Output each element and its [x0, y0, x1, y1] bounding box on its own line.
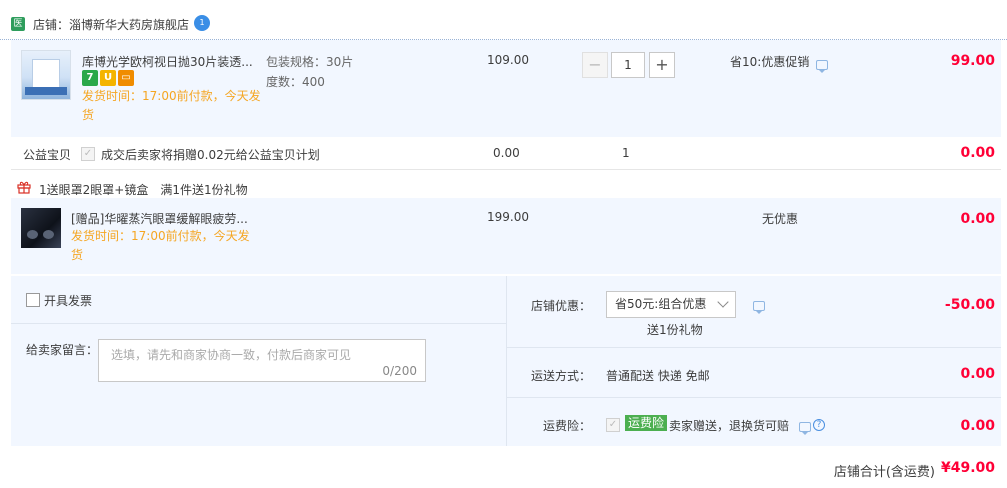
gift-delivery-time: 发货时间：17:00前付款，今天发	[71, 229, 250, 243]
product-thumbnail[interactable]	[21, 50, 71, 100]
chat-icon[interactable]	[799, 419, 811, 435]
promo-label: 省10:优惠促销	[730, 55, 810, 69]
unit-price: 109.00	[487, 53, 529, 67]
gift-promo-text: 1送眼罩2眼罩+镜盒 满1件送1份礼物	[39, 183, 248, 197]
product-title[interactable]: 库博光学欧柯视日抛30片装透...	[82, 53, 253, 70]
divider	[506, 276, 507, 446]
shop-chat-badge[interactable]: 1	[194, 15, 210, 31]
shipping-amount: 0.00	[960, 366, 995, 382]
decrease-button[interactable]: −	[582, 52, 608, 78]
delivery-time-cont: 货	[82, 108, 95, 122]
insurance-amount: 0.00	[960, 418, 995, 434]
divider	[11, 169, 1001, 170]
shipping-value: 普通配送 快递 免邮	[606, 369, 710, 383]
item-amount: 99.00	[950, 53, 995, 69]
card-icon: ▭	[118, 70, 134, 86]
quantity-input[interactable]: 1	[611, 52, 645, 78]
insurance-desc: 卖家赠送，退换货可赔	[669, 419, 790, 433]
insurance-badge: 运费险	[625, 415, 668, 431]
discount-selected: 省50元:组合优惠	[615, 297, 707, 311]
delivery-time: 发货时间：17:00前付款，今天发	[82, 89, 261, 103]
discount-amount: -50.00	[944, 297, 995, 313]
invoice-label[interactable]: 开具发票	[44, 292, 92, 309]
message-label: 给卖家留言：	[26, 343, 99, 357]
discount-gift: 送1份礼物	[647, 323, 703, 337]
total-amount: ¥49.00	[940, 460, 995, 476]
charity-desc: 成交后卖家将捐赠0.02元给公益宝贝计划	[101, 148, 320, 162]
divider	[11, 323, 506, 324]
message-counter: 0/200	[382, 364, 417, 378]
gift-icon	[17, 181, 31, 194]
shop-name[interactable]: 店铺：淄博新华大药房旗舰店	[33, 16, 189, 33]
gift-thumbnail[interactable]	[21, 208, 61, 248]
chevron-down-icon	[717, 296, 729, 308]
service-tags: 7 U ▭	[82, 70, 136, 86]
charity-checkbox: ✓	[81, 146, 95, 161]
divider	[506, 347, 1001, 348]
charity-price: 0.00	[493, 146, 520, 160]
message-textarea[interactable]: 选填，请先和商家协商一致，付款后商家可见 0/200	[98, 339, 426, 382]
charity-label: 公益宝贝	[23, 148, 72, 162]
sku-spec: 包装规格：30片	[266, 55, 354, 69]
discount-label: 店铺优惠：	[531, 299, 592, 313]
charity-quantity: 1	[622, 146, 630, 160]
insurance-label: 运费险：	[543, 419, 592, 433]
shipping-label: 运送方式：	[531, 369, 592, 383]
divider	[506, 397, 1001, 398]
pharmacy-icon: 医	[11, 17, 25, 31]
discount-select[interactable]: 省50元:组合优惠	[606, 291, 736, 318]
message-placeholder: 选填，请先和商家协商一致，付款后商家可见	[111, 348, 352, 362]
gift-delivery-time-cont: 货	[71, 248, 84, 262]
gift-promo: 无优惠	[762, 212, 799, 226]
gift-title[interactable]: [赠品]华曜蒸汽眼罩缓解眼疲劳...	[71, 210, 248, 227]
chat-icon[interactable]	[753, 298, 765, 314]
chat-icon[interactable]	[816, 57, 828, 73]
gift-amount: 0.00	[960, 211, 995, 227]
seven-day-icon: 7	[82, 70, 98, 86]
total-label: 店铺合计(含运费)	[833, 465, 935, 480]
guarantee-icon: U	[100, 70, 116, 86]
insurance-checkbox: ✓	[606, 417, 620, 432]
sku-degree: 度数：400	[266, 75, 325, 89]
charity-amount: 0.00	[960, 145, 995, 161]
increase-button[interactable]: +	[649, 52, 675, 78]
invoice-checkbox[interactable]	[26, 292, 40, 307]
gift-unit-price: 199.00	[487, 210, 529, 224]
help-icon[interactable]: ?	[813, 417, 825, 431]
